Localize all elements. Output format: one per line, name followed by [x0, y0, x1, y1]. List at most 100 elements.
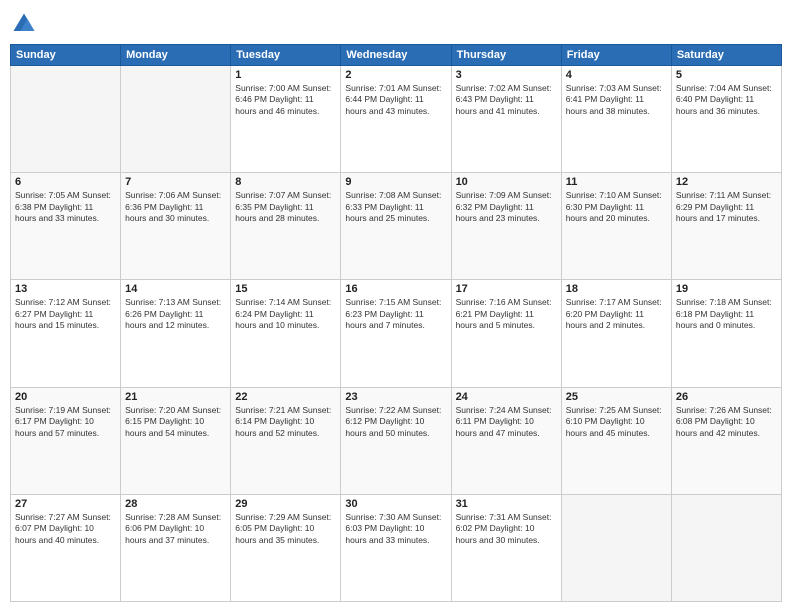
calendar-cell: 28 Sunrise: 7:28 AM Sunset: 6:06 PM Dayli…: [121, 494, 231, 601]
day-number: 25: [566, 391, 667, 403]
logo: [10, 10, 42, 38]
calendar-week-2: 6 Sunrise: 7:05 AM Sunset: 6:38 PM Daylig…: [11, 173, 782, 280]
calendar-cell: 9Sunrise: 7:08 AM Sunset: 6:33 PM Daylig…: [341, 173, 451, 280]
calendar-cell: 13 Sunrise: 7:12 AM Sunset: 6:27 PM Dayli…: [11, 280, 121, 387]
day-content: Sunrise: 7:28 AM Sunset: 6:06 PM Dayligh…: [125, 512, 226, 546]
calendar-cell: 25 Sunrise: 7:25 AM Sunset: 6:10 PM Dayli…: [561, 387, 671, 494]
day-number: 11: [566, 176, 667, 188]
calendar-cell: 6 Sunrise: 7:05 AM Sunset: 6:38 PM Daylig…: [11, 173, 121, 280]
day-number: 1: [235, 69, 336, 81]
calendar-cell: 26 Sunrise: 7:26 AM Sunset: 6:08 PM Dayli…: [671, 387, 781, 494]
day-content: Sunrise: 7:02 AM Sunset: 6:43 PM Dayligh…: [456, 83, 557, 117]
day-content: Sunrise: 7:05 AM Sunset: 6:38 PM Dayligh…: [15, 190, 116, 224]
calendar-cell: 22 Sunrise: 7:21 AM Sunset: 6:14 PM Dayli…: [231, 387, 341, 494]
day-number: 27: [15, 498, 116, 510]
day-number: 3: [456, 69, 557, 81]
calendar-cell: 11 Sunrise: 7:10 AM Sunset: 6:30 PM Dayli…: [561, 173, 671, 280]
calendar-cell: 20 Sunrise: 7:19 AM Sunset: 6:17 PM Dayli…: [11, 387, 121, 494]
calendar-cell: 10Sunrise: 7:09 AM Sunset: 6:32 PM Dayli…: [451, 173, 561, 280]
calendar-cell: [561, 494, 671, 601]
header: [10, 10, 782, 38]
day-content: Sunrise: 7:26 AM Sunset: 6:08 PM Dayligh…: [676, 405, 777, 439]
calendar-cell: 29Sunrise: 7:29 AM Sunset: 6:05 PM Dayli…: [231, 494, 341, 601]
day-number: 21: [125, 391, 226, 403]
day-content: Sunrise: 7:16 AM Sunset: 6:21 PM Dayligh…: [456, 297, 557, 331]
day-content: Sunrise: 7:03 AM Sunset: 6:41 PM Dayligh…: [566, 83, 667, 117]
day-number: 19: [676, 283, 777, 295]
calendar-cell: 18 Sunrise: 7:17 AM Sunset: 6:20 PM Dayli…: [561, 280, 671, 387]
calendar-cell: 16 Sunrise: 7:15 AM Sunset: 6:23 PM Dayli…: [341, 280, 451, 387]
day-number: 13: [15, 283, 116, 295]
calendar-cell: 23 Sunrise: 7:22 AM Sunset: 6:12 PM Dayli…: [341, 387, 451, 494]
calendar-cell: 17 Sunrise: 7:16 AM Sunset: 6:21 PM Dayli…: [451, 280, 561, 387]
day-number: 20: [15, 391, 116, 403]
day-content: Sunrise: 7:13 AM Sunset: 6:26 PM Dayligh…: [125, 297, 226, 331]
calendar-cell: 12 Sunrise: 7:11 AM Sunset: 6:29 PM Dayli…: [671, 173, 781, 280]
calendar-cell: 27 Sunrise: 7:27 AM Sunset: 6:07 PM Dayli…: [11, 494, 121, 601]
day-content: Sunrise: 7:27 AM Sunset: 6:07 PM Dayligh…: [15, 512, 116, 546]
day-number: 26: [676, 391, 777, 403]
day-content: Sunrise: 7:19 AM Sunset: 6:17 PM Dayligh…: [15, 405, 116, 439]
day-number: 28: [125, 498, 226, 510]
day-content: Sunrise: 7:21 AM Sunset: 6:14 PM Dayligh…: [235, 405, 336, 439]
day-number: 30: [345, 498, 446, 510]
day-number: 8: [235, 176, 336, 188]
weekday-header-saturday: Saturday: [671, 45, 781, 66]
day-number: 10: [456, 176, 557, 188]
calendar-cell: [121, 66, 231, 173]
calendar-week-3: 13 Sunrise: 7:12 AM Sunset: 6:27 PM Dayli…: [11, 280, 782, 387]
day-content: Sunrise: 7:18 AM Sunset: 6:18 PM Dayligh…: [676, 297, 777, 331]
calendar-cell: 19 Sunrise: 7:18 AM Sunset: 6:18 PM Dayli…: [671, 280, 781, 387]
calendar-cell: 15 Sunrise: 7:14 AM Sunset: 6:24 PM Dayli…: [231, 280, 341, 387]
calendar-week-4: 20 Sunrise: 7:19 AM Sunset: 6:17 PM Dayli…: [11, 387, 782, 494]
day-number: 12: [676, 176, 777, 188]
calendar-cell: 5 Sunrise: 7:04 AM Sunset: 6:40 PM Daylig…: [671, 66, 781, 173]
calendar-cell: 8 Sunrise: 7:07 AM Sunset: 6:35 PM Daylig…: [231, 173, 341, 280]
day-content: Sunrise: 7:15 AM Sunset: 6:23 PM Dayligh…: [345, 297, 446, 331]
day-number: 16: [345, 283, 446, 295]
calendar-cell: 30Sunrise: 7:30 AM Sunset: 6:03 PM Dayli…: [341, 494, 451, 601]
day-content: Sunrise: 7:11 AM Sunset: 6:29 PM Dayligh…: [676, 190, 777, 224]
day-number: 5: [676, 69, 777, 81]
page: SundayMondayTuesdayWednesdayThursdayFrid…: [0, 0, 792, 612]
weekday-header-thursday: Thursday: [451, 45, 561, 66]
calendar-week-5: 27 Sunrise: 7:27 AM Sunset: 6:07 PM Dayli…: [11, 494, 782, 601]
calendar-cell: 31Sunrise: 7:31 AM Sunset: 6:02 PM Dayli…: [451, 494, 561, 601]
calendar-cell: 7Sunrise: 7:06 AM Sunset: 6:36 PM Daylig…: [121, 173, 231, 280]
calendar-week-1: 1 Sunrise: 7:00 AM Sunset: 6:46 PM Daylig…: [11, 66, 782, 173]
day-content: Sunrise: 7:24 AM Sunset: 6:11 PM Dayligh…: [456, 405, 557, 439]
day-number: 31: [456, 498, 557, 510]
day-number: 22: [235, 391, 336, 403]
day-content: Sunrise: 7:07 AM Sunset: 6:35 PM Dayligh…: [235, 190, 336, 224]
weekday-header-tuesday: Tuesday: [231, 45, 341, 66]
day-content: Sunrise: 7:14 AM Sunset: 6:24 PM Dayligh…: [235, 297, 336, 331]
day-number: 6: [15, 176, 116, 188]
calendar-cell: 24 Sunrise: 7:24 AM Sunset: 6:11 PM Dayli…: [451, 387, 561, 494]
day-content: Sunrise: 7:12 AM Sunset: 6:27 PM Dayligh…: [15, 297, 116, 331]
day-content: Sunrise: 7:10 AM Sunset: 6:30 PM Dayligh…: [566, 190, 667, 224]
day-content: Sunrise: 7:29 AM Sunset: 6:05 PM Dayligh…: [235, 512, 336, 546]
day-number: 14: [125, 283, 226, 295]
weekday-header-monday: Monday: [121, 45, 231, 66]
calendar-cell: 4Sunrise: 7:03 AM Sunset: 6:41 PM Daylig…: [561, 66, 671, 173]
calendar-table: SundayMondayTuesdayWednesdayThursdayFrid…: [10, 44, 782, 602]
day-content: Sunrise: 7:06 AM Sunset: 6:36 PM Dayligh…: [125, 190, 226, 224]
weekday-header-friday: Friday: [561, 45, 671, 66]
day-number: 24: [456, 391, 557, 403]
weekday-header-sunday: Sunday: [11, 45, 121, 66]
day-content: Sunrise: 7:01 AM Sunset: 6:44 PM Dayligh…: [345, 83, 446, 117]
calendar-cell: 2Sunrise: 7:01 AM Sunset: 6:44 PM Daylig…: [341, 66, 451, 173]
day-number: 23: [345, 391, 446, 403]
day-content: Sunrise: 7:25 AM Sunset: 6:10 PM Dayligh…: [566, 405, 667, 439]
day-number: 17: [456, 283, 557, 295]
weekday-header-wednesday: Wednesday: [341, 45, 451, 66]
day-content: Sunrise: 7:22 AM Sunset: 6:12 PM Dayligh…: [345, 405, 446, 439]
day-number: 18: [566, 283, 667, 295]
day-content: Sunrise: 7:04 AM Sunset: 6:40 PM Dayligh…: [676, 83, 777, 117]
calendar-cell: 3 Sunrise: 7:02 AM Sunset: 6:43 PM Daylig…: [451, 66, 561, 173]
day-content: Sunrise: 7:00 AM Sunset: 6:46 PM Dayligh…: [235, 83, 336, 117]
day-content: Sunrise: 7:17 AM Sunset: 6:20 PM Dayligh…: [566, 297, 667, 331]
day-content: Sunrise: 7:20 AM Sunset: 6:15 PM Dayligh…: [125, 405, 226, 439]
calendar-header-row: SundayMondayTuesdayWednesdayThursdayFrid…: [11, 45, 782, 66]
day-number: 15: [235, 283, 336, 295]
